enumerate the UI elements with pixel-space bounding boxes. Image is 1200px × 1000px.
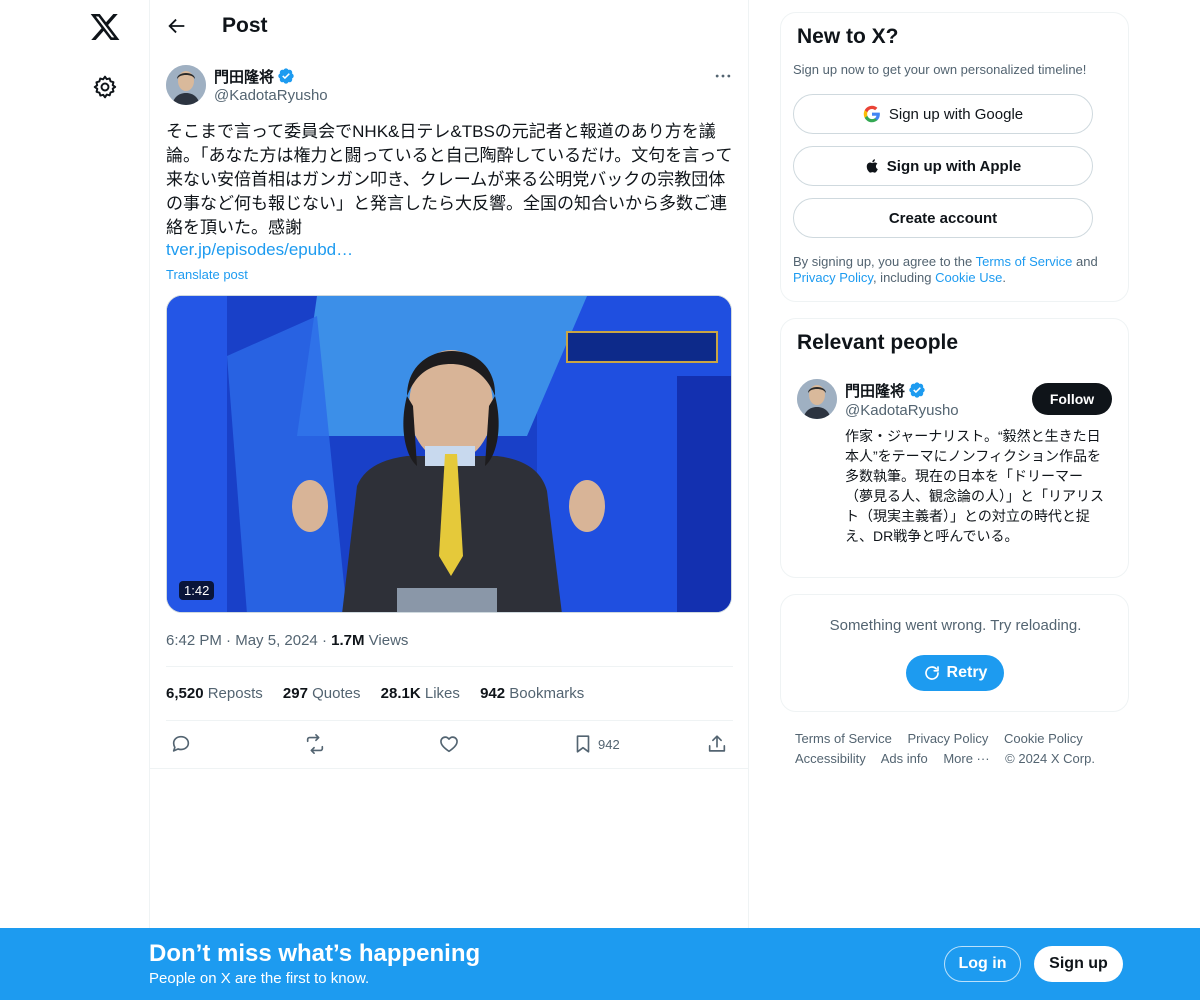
login-button[interactable]: Log in — [944, 946, 1021, 982]
repost-icon — [306, 734, 324, 754]
left-nav — [0, 0, 150, 1000]
footer-links: Terms of Service Privacy Policy Cookie P… — [795, 729, 1125, 769]
error-card: Something went wrong. Try reloading. Ret… — [780, 594, 1129, 712]
bookmark-button[interactable]: 942 — [572, 732, 620, 756]
apple-icon — [866, 159, 878, 173]
signup-google-label: Sign up with Google — [888, 105, 1024, 123]
signup-title: New to X? — [797, 25, 899, 48]
footer-privacy-link[interactable]: Privacy Policy — [907, 731, 988, 746]
heart-icon — [440, 736, 458, 753]
translate-post-link[interactable]: Translate post — [166, 267, 248, 282]
error-message: Something went wrong. Try reloading. — [829, 617, 1082, 634]
create-account-button[interactable]: Create account — [793, 198, 1093, 238]
signup-subtitle: Sign up now to get your own personalized… — [793, 62, 1087, 77]
signup-apple-button[interactable]: Sign up with Apple — [793, 146, 1093, 186]
views-count: 1.7M — [331, 632, 365, 649]
post-actions: 942 — [166, 732, 733, 758]
signup-legal: By signing up, you agree to the Terms of… — [793, 254, 1098, 285]
views-label: Views — [368, 632, 409, 649]
signup-card: New to X? Sign up now to get your own pe… — [780, 12, 1129, 302]
footer-copyright: © 2024 X Corp. — [1005, 751, 1095, 766]
banner-subtitle: People on X are the first to know. — [149, 970, 370, 987]
relevant-people-title: Relevant people — [797, 331, 959, 354]
relevant-people-card: Relevant people 門田隆将 @KadotaRyusho Follo… — [780, 318, 1129, 578]
cookie-link[interactable]: Cookie Use — [935, 270, 1002, 285]
create-account-label: Create account — [888, 209, 998, 227]
author-avatar[interactable] — [166, 65, 206, 105]
likes-stat[interactable]: 28.1K Likes — [381, 685, 460, 702]
bookmarks-stat[interactable]: 942 Bookmarks — [480, 685, 584, 702]
author-handle[interactable]: @KadotaRyusho — [214, 87, 328, 104]
repost-button[interactable] — [304, 732, 326, 756]
privacy-link[interactable]: Privacy Policy — [793, 270, 873, 285]
post-stats: 6,520 Reposts 297 Quotes 28.1K Likes 942… — [166, 685, 600, 702]
verified-badge-icon — [278, 68, 294, 84]
divider — [166, 666, 733, 667]
x-logo-icon[interactable] — [89, 11, 121, 43]
main-column: Post 門田隆将 @KadotaRyusho そこまで言って委員会でNHK&日… — [150, 0, 749, 1000]
google-icon — [863, 105, 880, 123]
share-icon — [708, 735, 726, 752]
post-header: Post — [150, 0, 748, 53]
more-options-icon[interactable] — [713, 66, 733, 86]
author-name[interactable]: 門田隆将 — [214, 66, 295, 87]
post-video[interactable]: 1:42 — [166, 295, 732, 613]
share-button[interactable] — [706, 732, 728, 756]
post-date[interactable]: May 5, 2024 — [235, 632, 318, 649]
footer-ads-link[interactable]: Ads info — [881, 751, 928, 766]
footer-accessibility-link[interactable]: Accessibility — [795, 751, 866, 766]
post-link[interactable]: tver.jp/episodes/epubd… — [166, 240, 353, 260]
post-author: 門田隆将 @KadotaRyusho — [166, 64, 733, 108]
reply-icon — [172, 735, 190, 752]
relevant-handle[interactable]: @KadotaRyusho — [845, 402, 959, 419]
signup-google-button[interactable]: Sign up with Google — [793, 94, 1093, 134]
relevant-bio: 作家・ジャーナリスト。“毅然と生きた日本人”をテーマにノンフィクション作品を多数… — [845, 428, 1104, 544]
bottom-banner: Don’t miss what’s happening People on X … — [0, 928, 1200, 1000]
quotes-stat[interactable]: 297 Quotes — [283, 685, 361, 702]
footer-tos-link[interactable]: Terms of Service — [795, 731, 892, 746]
video-duration: 1:42 — [179, 581, 215, 600]
settings-gear-icon[interactable] — [92, 74, 118, 100]
relevant-name[interactable]: 門田隆将 — [845, 380, 926, 401]
signup-button[interactable]: Sign up — [1034, 946, 1123, 982]
follow-button[interactable]: Follow — [1032, 383, 1112, 415]
reply-button[interactable] — [170, 732, 192, 756]
refresh-icon — [924, 666, 939, 680]
retry-button[interactable]: Retry — [906, 655, 1004, 691]
page-title: Post — [222, 14, 268, 37]
divider — [166, 720, 733, 721]
back-arrow-icon[interactable] — [166, 15, 188, 37]
tos-link[interactable]: Terms of Service — [976, 254, 1073, 269]
post-text: そこまで言って委員会でNHK&日テレ&TBSの元記者と報道のあり方を議論。「あな… — [166, 122, 733, 237]
relevant-avatar[interactable] — [797, 379, 837, 419]
reposts-stat[interactable]: 6,520 Reposts — [166, 685, 263, 702]
bookmark-icon — [576, 735, 590, 753]
signup-apple-label: Sign up with Apple — [886, 157, 1022, 175]
like-button[interactable] — [438, 732, 460, 756]
author-name-text: 門田隆将 — [214, 69, 275, 86]
retry-label: Retry — [946, 664, 988, 681]
verified-badge-icon — [909, 382, 925, 398]
footer-cookie-link[interactable]: Cookie Policy — [1004, 731, 1083, 746]
bookmark-count: 942 — [598, 736, 620, 752]
video-thumbnail — [167, 296, 731, 612]
post-meta: 6:42 PM · May 5, 2024 · 1.7M Views — [166, 632, 409, 649]
footer-more-link[interactable]: More ··· — [943, 751, 989, 766]
post-time[interactable]: 6:42 PM — [166, 632, 222, 649]
banner-title: Don’t miss what’s happening — [149, 940, 481, 967]
divider — [150, 768, 749, 769]
